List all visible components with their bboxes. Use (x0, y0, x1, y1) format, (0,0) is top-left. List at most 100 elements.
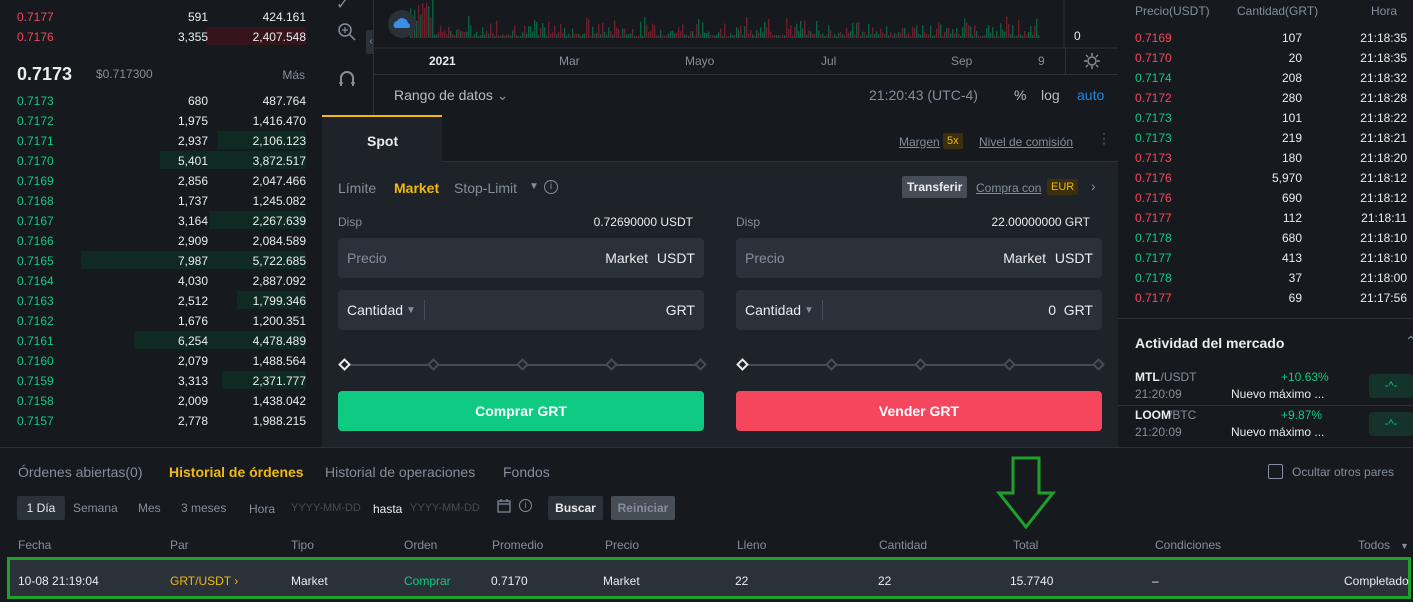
buy-with-link[interactable]: Compra con (976, 181, 1041, 195)
zoom-in-icon[interactable] (337, 22, 357, 42)
info-icon[interactable]: i (544, 180, 558, 194)
transfer-button[interactable]: Transferir (902, 176, 968, 198)
bid-row[interactable]: 0.7166 2,909 2,084.589 (0, 230, 322, 250)
period-1day[interactable]: 1 Día (17, 496, 65, 520)
trade-time: 21:18:22 (1360, 111, 1407, 125)
slider-mark-50[interactable] (914, 358, 927, 371)
chart-settings-button[interactable] (1065, 48, 1118, 74)
bid-row[interactable]: 0.7162 1,676 1,200.351 (0, 310, 322, 330)
bid-row[interactable]: 0.7158 2,009 1,438.042 (0, 390, 322, 410)
period-month[interactable]: Mes (138, 501, 161, 515)
volume-bar (944, 32, 946, 38)
bid-row[interactable]: 0.7163 2,512 1,799.346 (0, 290, 322, 310)
tab-order-history[interactable]: Historial de órdenes (169, 464, 304, 480)
bid-row[interactable]: 0.7169 2,856 2,047.466 (0, 170, 322, 190)
slider-mark-75[interactable] (605, 358, 618, 371)
sell-amount-label[interactable]: Cantidad (745, 302, 801, 318)
slider-mark-100[interactable] (1092, 358, 1105, 371)
bid-qty: 6,254 (177, 334, 208, 348)
volume-bar (782, 34, 784, 38)
ask-price: 0.7176 (17, 30, 54, 44)
chevron-right-icon[interactable]: › (1091, 178, 1096, 194)
auto-scale-toggle[interactable]: auto (1077, 87, 1104, 103)
market-activity-item[interactable]: LOOM /BTC 21:20:09 +9.87% Nuevo máximo .… (1118, 406, 1413, 444)
buy-amount-input[interactable]: Cantidad ▼ GRT (338, 290, 704, 330)
volume-bar (952, 29, 954, 38)
tab-trade-history[interactable]: Historial de operaciones (325, 464, 475, 480)
slider-mark-50[interactable] (516, 358, 529, 371)
trade-row: 0.7170 20 21:18:35 (1118, 48, 1413, 68)
period-week[interactable]: Semana (73, 501, 118, 515)
tab-spot[interactable]: Spot (322, 115, 442, 162)
bid-price: 0.7159 (17, 374, 54, 388)
sell-button[interactable]: Vender GRT (736, 391, 1102, 431)
volume-bar (874, 33, 876, 38)
calendar-icon[interactable] (497, 499, 511, 513)
tab-open-orders[interactable]: Órdenes abiertas(0) (18, 464, 143, 480)
more-link[interactable]: Más (282, 68, 305, 82)
percent-scale-toggle[interactable]: % (1014, 87, 1026, 103)
sell-amount-input[interactable]: Cantidad ▼ 0 GRT (736, 290, 1102, 330)
tab-funds[interactable]: Fondos (503, 464, 550, 480)
slider-mark-75[interactable] (1003, 358, 1016, 371)
price-chart[interactable]: 0 2021 Mar Mayo Jul Sep 9 Rango de datos ⌄ 21… (374, 0, 1118, 115)
order-type-stop-limit[interactable]: Stop-Limit (454, 180, 517, 196)
more-options-icon[interactable]: ⋮ (1097, 130, 1111, 147)
collapse-icon[interactable]: ⌃ (1405, 333, 1413, 350)
ask-row[interactable]: 0.7176 3,355 2,407.548 (0, 26, 322, 46)
bid-row[interactable]: 0.7157 2,778 1,988.215 (0, 410, 322, 430)
trade-qty: 69 (1288, 291, 1302, 305)
date-from-input[interactable]: YYYY-MM-DD (291, 502, 361, 514)
bid-row[interactable]: 0.7160 2,079 1,488.564 (0, 350, 322, 370)
row-pair-link[interactable]: GRT/USDT › (170, 574, 238, 588)
reset-button[interactable]: Reiniciar (611, 496, 675, 520)
info-icon[interactable]: i (519, 499, 532, 512)
trade-qty: 413 (1281, 251, 1302, 265)
sell-price-input[interactable]: Precio Market USDT (736, 238, 1102, 278)
caret-down-icon[interactable]: ▼ (529, 181, 539, 192)
bid-row[interactable]: 0.7170 5,401 3,872.517 (0, 150, 322, 170)
volume-bar (882, 32, 884, 38)
period-3months[interactable]: 3 meses (181, 501, 226, 515)
order-type-limit[interactable]: Límite (338, 180, 376, 196)
bid-row[interactable]: 0.7164 4,030 2,887.092 (0, 270, 322, 290)
bid-row[interactable]: 0.7172 1,975 1,416.470 (0, 110, 322, 130)
slider-mark-25[interactable] (427, 358, 440, 371)
hide-other-pairs-checkbox[interactable] (1268, 464, 1283, 479)
volume-bar (890, 32, 892, 38)
volume-bar (556, 34, 558, 38)
buy-button[interactable]: Comprar GRT (338, 391, 704, 431)
buy-amount-label[interactable]: Cantidad (347, 302, 403, 318)
magnet-icon[interactable] (337, 70, 357, 90)
bid-row[interactable]: 0.7171 2,937 2,106.123 (0, 130, 322, 150)
ask-row[interactable]: 0.7177 591 424.161 (0, 6, 322, 26)
volume-bar (434, 34, 436, 38)
bid-row[interactable]: 0.7159 3,313 2,371.777 (0, 370, 322, 390)
volume-bar (716, 34, 718, 38)
volume-bar (714, 35, 716, 38)
market-activity-item[interactable]: MTL /USDT 21:20:09 +10.63% Nuevo máximo … (1118, 368, 1413, 406)
bid-row[interactable]: 0.7173 680 487.764 (0, 90, 322, 110)
col-status-filter[interactable]: Todos (1358, 538, 1390, 552)
bid-row[interactable]: 0.7168 1,737 1,245.082 (0, 190, 322, 210)
fee-level-link[interactable]: Nivel de comisión (979, 135, 1073, 149)
caret-down-icon[interactable]: ▼ (1400, 541, 1409, 551)
log-scale-toggle[interactable]: log (1041, 87, 1060, 103)
slider-handle[interactable] (736, 358, 749, 371)
bid-row[interactable]: 0.7165 7,987 5,722.685 (0, 250, 322, 270)
volume-bar (678, 27, 680, 38)
date-range-dropdown[interactable]: Rango de datos ⌄ (394, 87, 508, 104)
search-button[interactable]: Buscar (548, 496, 603, 520)
order-type-market[interactable]: Market (394, 180, 439, 196)
col-time-header: Hora (1370, 4, 1397, 18)
date-to-input[interactable]: YYYY-MM-DD (410, 502, 480, 514)
buy-price-input[interactable]: Precio Market USDT (338, 238, 704, 278)
pencil-icon[interactable]: ✓ (336, 0, 349, 14)
slider-handle[interactable] (338, 358, 351, 371)
margin-link[interactable]: Margen (899, 135, 940, 149)
volume-bar (712, 34, 714, 38)
bid-row[interactable]: 0.7167 3,164 2,267.639 (0, 210, 322, 230)
slider-mark-25[interactable] (825, 358, 838, 371)
slider-mark-100[interactable] (694, 358, 707, 371)
bid-row[interactable]: 0.7161 6,254 4,478.489 (0, 330, 322, 350)
